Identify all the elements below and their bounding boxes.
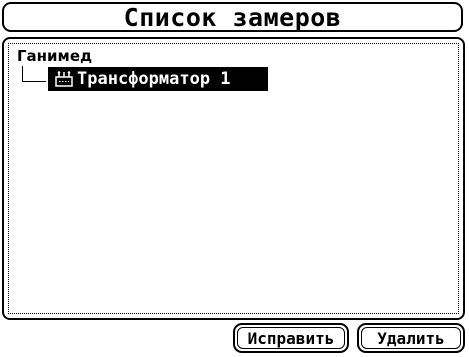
tree-connector-horizontal — [22, 81, 46, 82]
transformer-icon — [54, 70, 74, 88]
edit-button-label: Исправить — [247, 328, 335, 348]
edit-button[interactable]: Исправить — [233, 323, 349, 353]
delete-button[interactable]: Удалить — [357, 323, 465, 353]
tree-item-label: Трансформатор 1 — [77, 68, 231, 89]
title-bar: Список замеров — [2, 2, 463, 32]
delete-button-label: Удалить — [377, 328, 445, 348]
tree-root-item[interactable]: Ганимед — [17, 48, 92, 65]
tree-connector-vertical — [22, 66, 23, 82]
tree-item-transformer[interactable]: Трансформатор 1 — [48, 67, 268, 91]
page-title: Список замеров — [123, 3, 342, 32]
